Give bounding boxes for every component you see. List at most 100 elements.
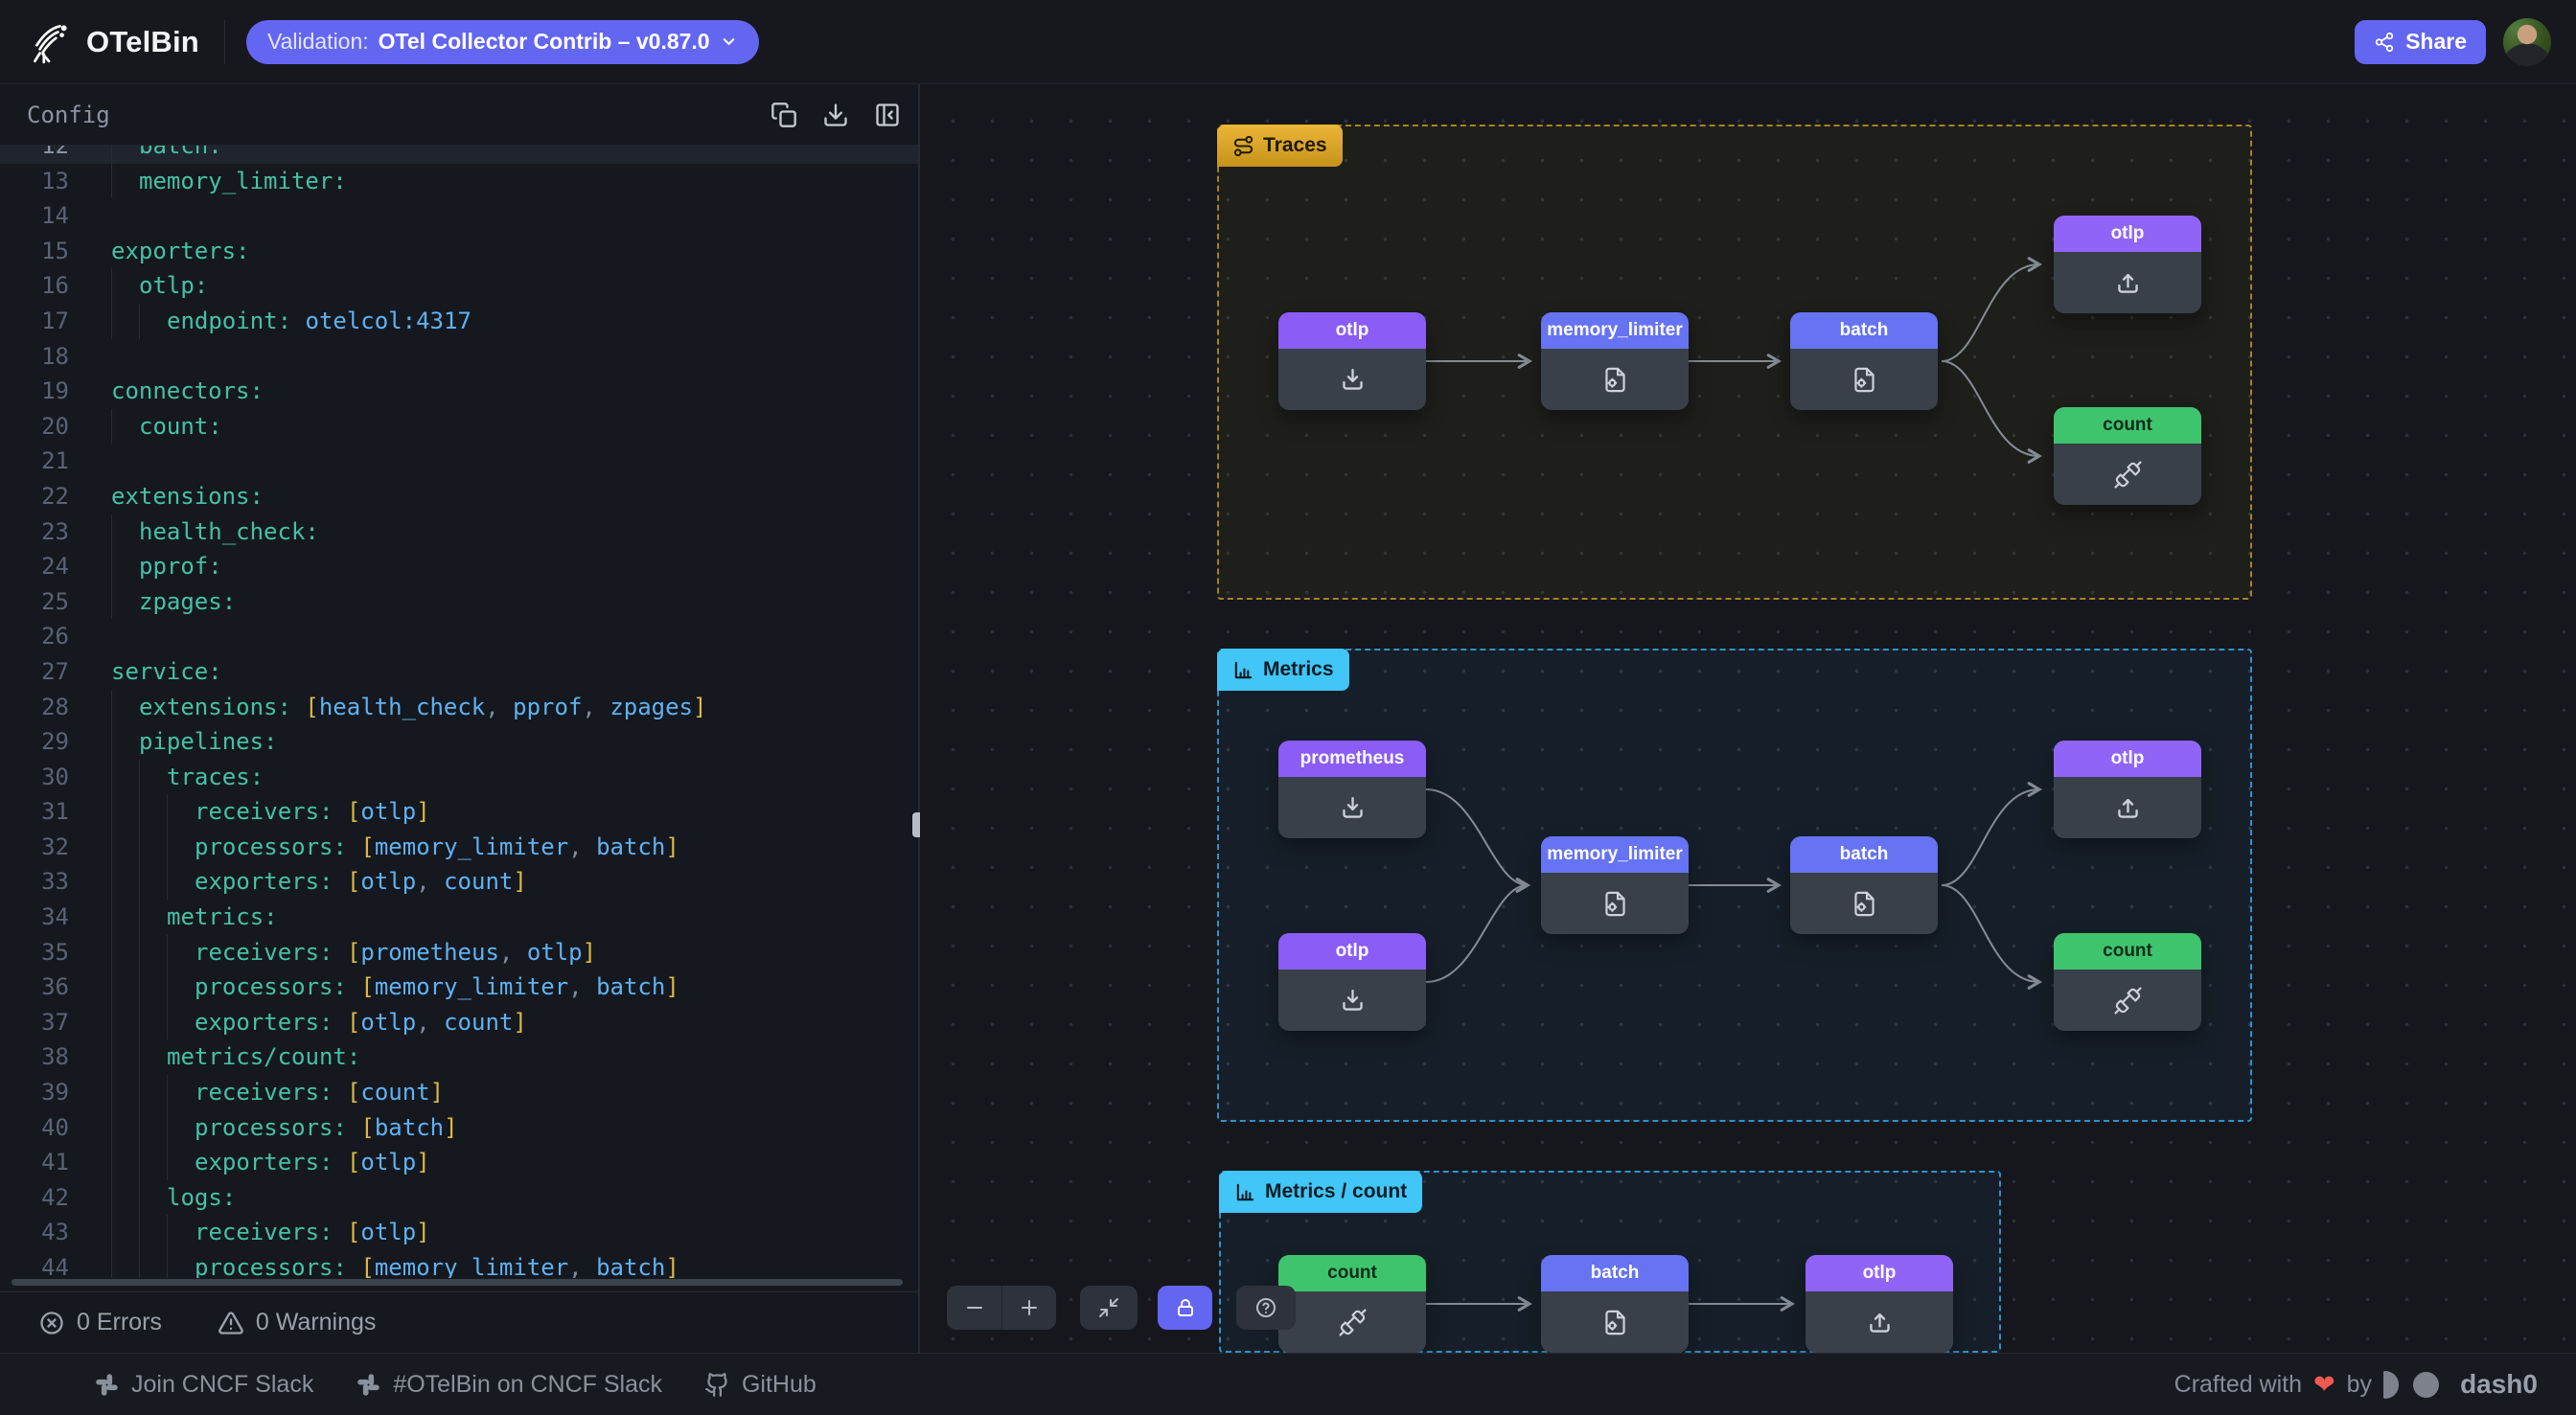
share-icon xyxy=(2374,32,2395,53)
otelbin-slack-label: #OTelBin on CNCF Slack xyxy=(393,1371,662,1399)
connector-icon xyxy=(1338,1308,1368,1337)
node-metrics-processor-memory-limiter[interactable]: memory_limiter xyxy=(1541,836,1689,934)
node-metrics-exporter-otlp[interactable]: otlp xyxy=(2054,741,2201,838)
node-body xyxy=(1278,777,1426,838)
node-label: count xyxy=(2054,407,2201,444)
minimize-icon xyxy=(1097,1296,1120,1319)
receiver-icon xyxy=(1338,365,1368,395)
errors-status: 0 Errors xyxy=(38,1309,162,1336)
logo-box: OTelBin xyxy=(27,20,199,64)
node-metrics-receiver-otlp[interactable]: otlp xyxy=(1278,933,1426,1031)
node-body xyxy=(1541,349,1689,410)
crafted-by-credit: Crafted with ❤ by dash0 xyxy=(2174,1369,2538,1400)
node-label: batch xyxy=(1790,312,1938,349)
node-label: otlp xyxy=(1278,312,1426,349)
otelbin-app: OTelBin Validation: OTel Collector Contr… xyxy=(0,0,2576,1415)
dash0-brand-label[interactable]: dash0 xyxy=(2460,1369,2538,1400)
github-label: GitHub xyxy=(742,1371,816,1399)
metrics-count-section-tag: Metrics / count xyxy=(1219,1171,1422,1213)
node-metrics-connector-count[interactable]: count xyxy=(2054,933,2201,1031)
node-label: otlp xyxy=(2054,216,2201,252)
node-metrics-receiver-prometheus[interactable]: prometheus xyxy=(1278,741,1426,838)
bar-chart-icon xyxy=(1234,1181,1256,1203)
share-button[interactable]: Share xyxy=(2355,20,2486,64)
node-label: batch xyxy=(1790,836,1938,873)
traces-section-tag: Traces xyxy=(1217,125,1343,167)
code-lines: 12batch:13memory_limiter:1415exporters:1… xyxy=(0,146,918,1278)
metrics-count-section-label: Metrics / count xyxy=(1265,1180,1407,1203)
node-body xyxy=(1790,349,1938,410)
node-metrics-processor-batch[interactable]: batch xyxy=(1790,836,1938,934)
node-label: count xyxy=(1278,1255,1426,1291)
node-label: memory_limiter xyxy=(1541,836,1689,873)
help-button[interactable] xyxy=(1236,1286,1296,1330)
otelbin-slack-link[interactable]: #OTelBin on CNCF Slack xyxy=(356,1371,662,1399)
dash0-logo-icon xyxy=(2383,1371,2399,1399)
node-body xyxy=(1278,970,1426,1031)
route-icon xyxy=(1232,135,1254,157)
header-divider xyxy=(224,20,225,64)
pipeline-diagram-panel[interactable]: Traces Metrics Metrics / count xyxy=(920,84,2576,1353)
editor-horizontal-scrollbar[interactable] xyxy=(12,1279,903,1286)
zoom-in-button[interactable] xyxy=(1001,1286,1056,1330)
warning-triangle-icon xyxy=(218,1310,244,1336)
github-icon xyxy=(704,1372,730,1398)
copy-icon xyxy=(770,102,797,128)
traces-section-label: Traces xyxy=(1263,134,1327,157)
validation-status-bar: 0 Errors 0 Warnings xyxy=(0,1291,918,1353)
validation-dropdown[interactable]: Validation: OTel Collector Contrib – v0.… xyxy=(246,20,759,64)
processor-icon xyxy=(1600,365,1630,395)
processor-icon xyxy=(1850,365,1879,395)
node-traces-connector-count[interactable]: count xyxy=(2054,407,2201,505)
crafted-suffix: by xyxy=(2347,1371,2372,1399)
config-editor-panel: Config xyxy=(0,84,918,1353)
node-body xyxy=(1541,1291,1689,1353)
fit-view-button[interactable] xyxy=(1080,1286,1138,1330)
node-label: count xyxy=(2054,933,2201,970)
lock-button[interactable] xyxy=(1158,1286,1212,1330)
github-link[interactable]: GitHub xyxy=(704,1371,816,1399)
warnings-count-label: 0 Warnings xyxy=(256,1309,377,1336)
header-bar: OTelBin Validation: OTel Collector Contr… xyxy=(0,0,2576,84)
connector-icon xyxy=(2113,986,2143,1016)
node-label: prometheus xyxy=(1278,741,1426,777)
node-metrics-count-connector-count[interactable]: count xyxy=(1278,1255,1426,1353)
error-circle-icon xyxy=(38,1310,65,1336)
join-cncf-slack-link[interactable]: Join CNCF Slack xyxy=(94,1371,313,1399)
node-metrics-count-exporter-otlp[interactable]: otlp xyxy=(1806,1255,1953,1353)
node-label: batch xyxy=(1541,1255,1689,1291)
crafted-prefix: Crafted with xyxy=(2174,1371,2302,1399)
download-config-button[interactable] xyxy=(820,100,851,130)
zoom-controls xyxy=(947,1286,1056,1330)
metrics-section-label: Metrics xyxy=(1263,658,1334,681)
diagram-toolbar xyxy=(947,1286,1296,1330)
minus-icon xyxy=(963,1296,986,1319)
yaml-editor[interactable]: 12batch:13memory_limiter:1415exporters:1… xyxy=(0,146,918,1278)
editor-title: Config xyxy=(27,102,110,128)
node-traces-processor-memory-limiter[interactable]: memory_limiter xyxy=(1541,312,1689,410)
bar-chart-icon xyxy=(1232,659,1254,681)
copy-config-button[interactable] xyxy=(769,100,799,130)
share-label: Share xyxy=(2405,29,2467,55)
collapse-panel-button[interactable] xyxy=(872,100,903,130)
user-avatar[interactable] xyxy=(2503,18,2551,66)
zoom-out-button[interactable] xyxy=(947,1286,1001,1330)
metrics-pipeline-section: Metrics xyxy=(1217,649,2252,1122)
validation-value: OTel Collector Contrib – v0.87.0 xyxy=(379,29,710,55)
editor-header: Config xyxy=(0,84,918,146)
metrics-section-tag: Metrics xyxy=(1217,649,1349,691)
node-traces-processor-batch[interactable]: batch xyxy=(1790,312,1938,410)
slack-icon xyxy=(94,1372,120,1398)
node-label: memory_limiter xyxy=(1541,312,1689,349)
dash0-logo-icon xyxy=(2413,1372,2439,1398)
connector-icon xyxy=(2113,460,2143,490)
plus-icon xyxy=(1018,1296,1041,1319)
exporter-icon xyxy=(1865,1308,1895,1337)
node-traces-receiver-otlp[interactable]: otlp xyxy=(1278,312,1426,410)
node-label: otlp xyxy=(2054,741,2201,777)
download-icon xyxy=(822,102,849,128)
node-metrics-count-processor-batch[interactable]: batch xyxy=(1541,1255,1689,1353)
node-traces-exporter-otlp[interactable]: otlp xyxy=(2054,216,2201,313)
node-body xyxy=(2054,777,2201,838)
processor-icon xyxy=(1850,889,1879,919)
